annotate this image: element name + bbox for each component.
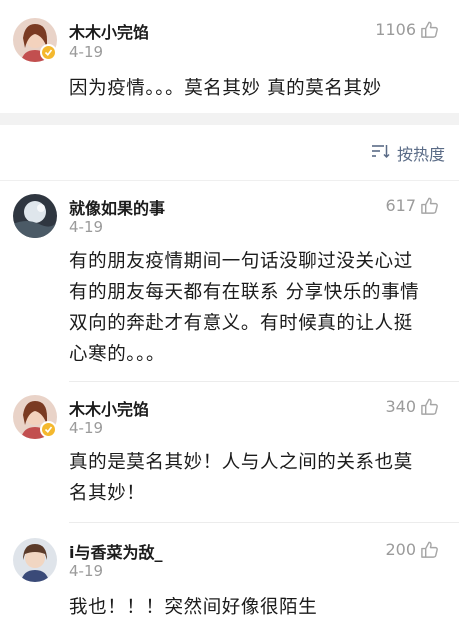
- comment-item[interactable]: 木木小完馅 4-19 1106 因为疫情。。。莫名其妙 真的莫名其妙: [0, 0, 459, 113]
- username[interactable]: 就像如果的事: [69, 195, 165, 219]
- comment-date: 4-19: [69, 562, 104, 580]
- comment-text: 真的是莫名其妙！人与人之间的关系也莫 名其妙！: [69, 447, 441, 509]
- comment-line: 名其妙！: [69, 483, 146, 504]
- thumbs-up-icon: [420, 540, 439, 559]
- comment-item[interactable]: 就像如果的事 4-19 617 有的朋友疫情期间一句话没聊过没关心过 有的朋友每…: [0, 181, 459, 381]
- like-count: 617: [385, 196, 416, 215]
- sort-label: 按热度: [396, 145, 445, 164]
- username[interactable]: i与香菜为敌_: [69, 539, 163, 563]
- avatar[interactable]: [13, 538, 57, 582]
- like-button[interactable]: 200: [385, 540, 439, 559]
- comment-line: 有的朋友疫情期间一句话没聊过没关心过: [69, 251, 413, 272]
- sort-button[interactable]: 按热度: [371, 141, 445, 165]
- username[interactable]: 木木小完馅: [69, 396, 149, 420]
- comment-date: 4-19: [69, 43, 104, 61]
- comment-line: 我也！！！突然间好像很陌生: [69, 597, 318, 618]
- thumbs-up-icon: [420, 196, 439, 215]
- avatar[interactable]: [13, 194, 57, 238]
- comment-item[interactable]: 木木小完馅 4-19 340 真的是莫名其妙！人与人之间的关系也莫 名其妙！: [0, 382, 459, 522]
- like-button[interactable]: 617: [385, 196, 439, 215]
- like-count: 1106: [375, 20, 416, 39]
- username[interactable]: 木木小完馅: [69, 19, 149, 43]
- verified-badge-icon: [40, 421, 57, 438]
- like-count: 200: [385, 540, 416, 559]
- comment-line: 真的是莫名其妙！人与人之间的关系也莫: [69, 452, 413, 473]
- comment-line: 有的朋友每天都有在联系 分享快乐的事情: [69, 282, 420, 303]
- like-button[interactable]: 1106: [375, 20, 439, 39]
- comments-page: 木木小完馅 4-19 1106 因为疫情。。。莫名其妙 真的莫名其妙 按热度 就…: [0, 0, 459, 628]
- comment-date: 4-19: [69, 419, 104, 437]
- verified-badge-icon: [40, 44, 57, 61]
- thumbs-up-icon: [420, 20, 439, 39]
- comment-text: 因为疫情。。。莫名其妙 真的莫名其妙: [69, 78, 382, 99]
- comment-text: 有的朋友疫情期间一句话没聊过没关心过 有的朋友每天都有在联系 分享快乐的事情 双…: [69, 246, 441, 370]
- thumbs-up-icon: [420, 397, 439, 416]
- comment-item[interactable]: i与香菜为敌_ 4-19 200 我也！！！突然间好像很陌生: [0, 523, 459, 628]
- sort-bar: 按热度: [0, 125, 459, 181]
- like-count: 340: [385, 397, 416, 416]
- comment-text: 我也！！！突然间好像很陌生: [69, 592, 441, 623]
- comment-line: 心寒的。。。: [69, 344, 166, 365]
- section-divider: [0, 113, 459, 125]
- comment-date: 4-19: [69, 218, 104, 236]
- comment-line: 双向的奔赴才有意义。有时候真的让人挺: [69, 313, 413, 334]
- like-button[interactable]: 340: [385, 397, 439, 416]
- sort-lines-icon: [371, 143, 391, 163]
